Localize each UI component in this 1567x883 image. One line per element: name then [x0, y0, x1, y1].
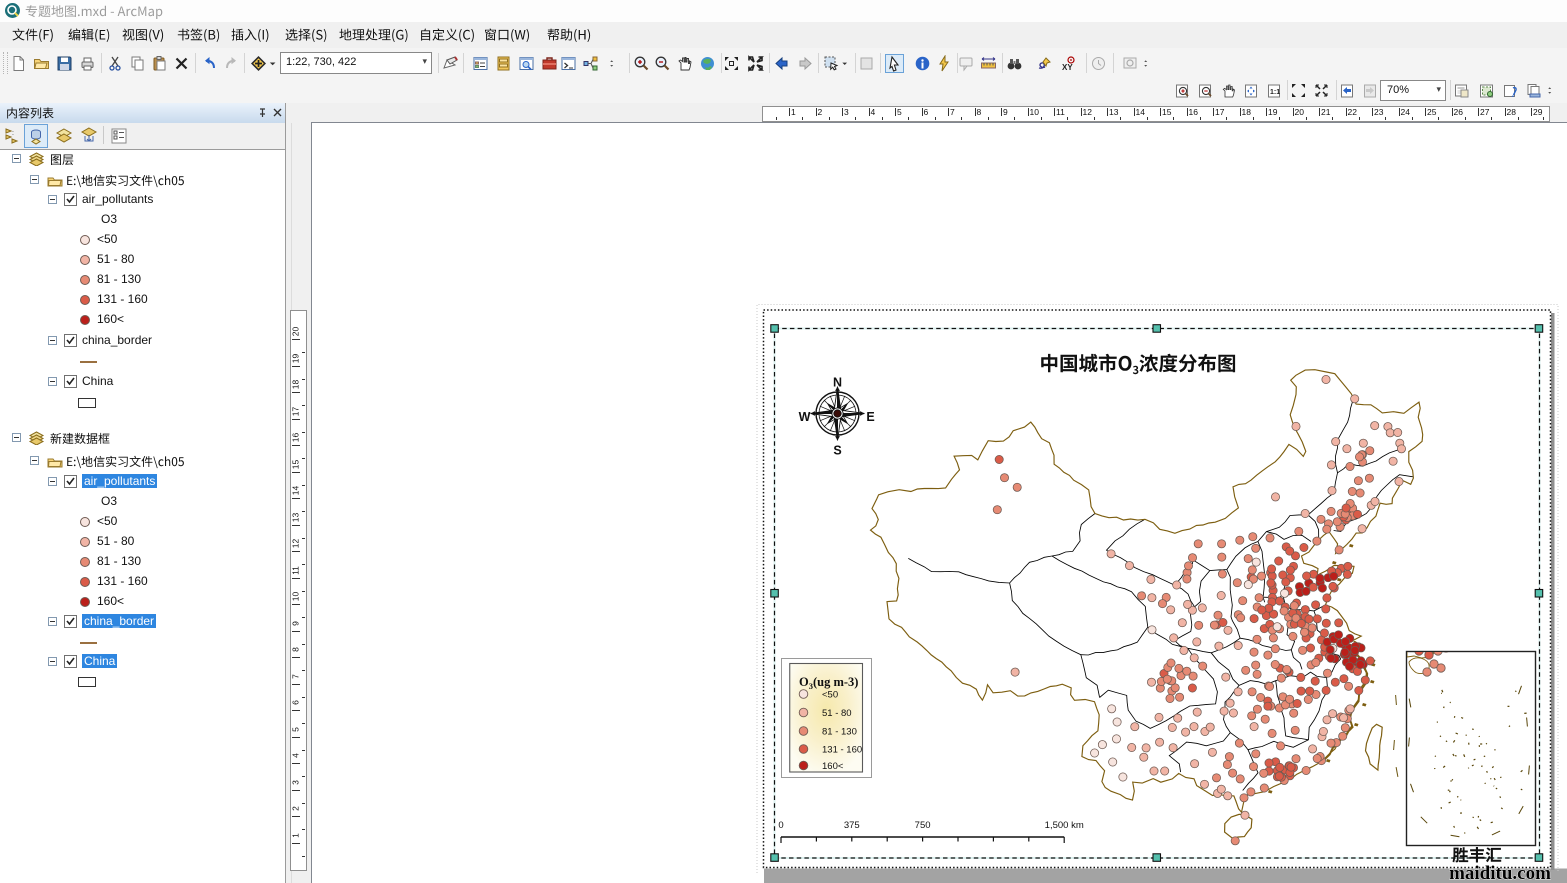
- svg-text:51 - 80: 51 - 80: [822, 708, 852, 719]
- svg-text:375: 375: [844, 820, 860, 831]
- svg-text:S: S: [833, 444, 841, 458]
- svg-text:750: 750: [915, 820, 931, 831]
- svg-text:E: E: [866, 410, 874, 424]
- svg-text:1:1: 1:1: [1270, 89, 1280, 96]
- svg-text:W: W: [799, 410, 811, 424]
- svg-text:1,500 km: 1,500 km: [1045, 820, 1084, 831]
- svg-text:maiditu.com: maiditu.com: [1449, 863, 1551, 883]
- svg-text:131 - 160: 131 - 160: [822, 745, 862, 756]
- svg-text:0: 0: [778, 820, 783, 831]
- svg-text:XY: XY: [1062, 63, 1073, 72]
- svg-text:<50: <50: [822, 690, 838, 701]
- svg-text:160<: 160<: [822, 761, 844, 772]
- svg-text::: :: [12, 130, 14, 137]
- svg-text:81 - 130: 81 - 130: [822, 727, 857, 738]
